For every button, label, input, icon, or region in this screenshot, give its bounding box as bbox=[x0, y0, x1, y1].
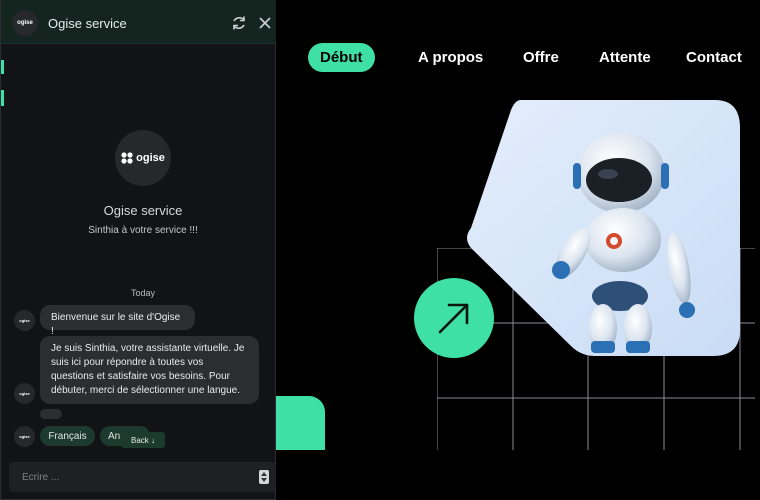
page: Début A propos Offre Attente Contact ogi… bbox=[0, 0, 760, 500]
service-subtitle: Sinthia à votre service !!! bbox=[88, 225, 198, 236]
refresh-icon[interactable] bbox=[231, 15, 247, 31]
site-nav: Début A propos Offre Attente Contact bbox=[308, 43, 742, 72]
updown-arrows-icon bbox=[261, 472, 267, 482]
message-input[interactable] bbox=[9, 462, 249, 492]
bot-avatar: ogise bbox=[14, 310, 35, 331]
input-spinner-icon[interactable] bbox=[259, 470, 269, 484]
message-input-wrapper bbox=[9, 462, 276, 492]
service-name: Ogise service bbox=[103, 203, 183, 218]
nav-debut[interactable]: Début bbox=[308, 43, 375, 72]
chat-header: ogise Ogise service bbox=[1, 0, 276, 44]
message-bubble: Bienvenue sur le site d'Ogise ! bbox=[40, 305, 195, 337]
language-option-francais[interactable]: Français bbox=[40, 426, 95, 446]
close-icon[interactable] bbox=[257, 15, 273, 31]
typing-bubble bbox=[40, 409, 62, 419]
date-divider: Today bbox=[130, 288, 156, 298]
robot-illustration bbox=[467, 100, 740, 356]
bot-avatar: ogise bbox=[14, 426, 35, 447]
ogise-mark-icon bbox=[121, 152, 133, 164]
arrow-up-right-icon bbox=[438, 303, 469, 334]
nav-contact[interactable]: Contact bbox=[686, 49, 742, 66]
hero-arrow-button[interactable] bbox=[414, 278, 494, 358]
edge-accent-bars bbox=[1, 60, 4, 106]
chat-header-title: Ogise service bbox=[48, 16, 127, 31]
nav-a-propos[interactable]: A propos bbox=[418, 49, 483, 66]
message-bubble: Je suis Sinthia, votre assistante virtue… bbox=[40, 336, 259, 404]
ogise-logo-icon: ogise bbox=[12, 10, 38, 36]
nav-offre[interactable]: Offre bbox=[523, 49, 559, 66]
ogise-logo: ogise bbox=[115, 130, 171, 186]
bot-avatar: ogise bbox=[14, 383, 35, 404]
nav-attente[interactable]: Attente bbox=[599, 49, 651, 66]
ogise-logo-text: ogise bbox=[136, 152, 165, 164]
decorative-green-block bbox=[275, 396, 325, 450]
back-button[interactable]: Back ↓ bbox=[121, 432, 165, 448]
chat-widget: ogise Ogise service ogise Ogise service … bbox=[0, 0, 276, 500]
